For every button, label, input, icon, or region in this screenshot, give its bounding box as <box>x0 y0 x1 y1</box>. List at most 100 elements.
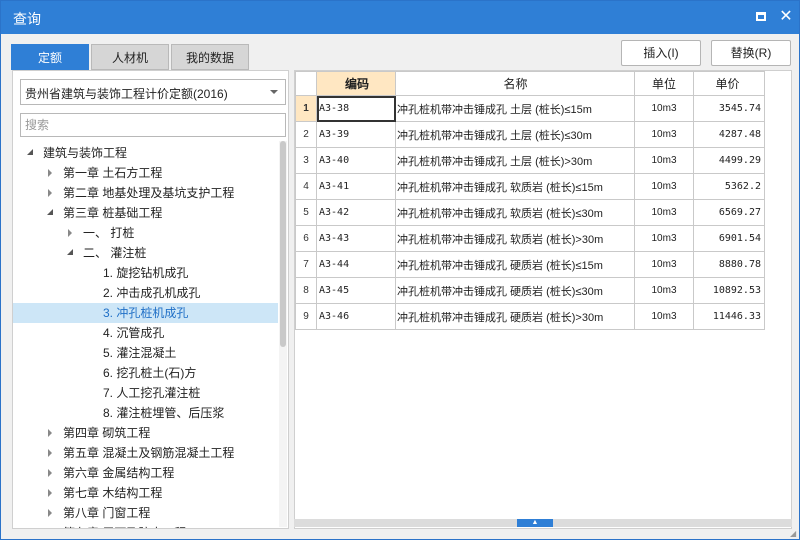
tree-item[interactable]: 2. 冲击成孔机成孔 <box>13 283 278 303</box>
cell-code[interactable]: A3-38 <box>316 95 396 122</box>
cell-unit[interactable]: 10m3 <box>634 121 694 148</box>
table-row[interactable]: 6 A3-43 冲孔桩机带冲击锤成孔 软质岩 (桩长)>30m 10m3 6901.54 <box>295 225 765 252</box>
cell-unit[interactable]: 10m3 <box>634 173 694 200</box>
table-row[interactable]: 8 A3-45 冲孔桩机带冲击锤成孔 硬质岩 (桩长)≤30m 10m3 10892.5… <box>295 277 765 304</box>
table-row[interactable]: 5 A3-42 冲孔桩机带冲击锤成孔 软质岩 (桩长)≤30m 10m3 6569.27 <box>295 199 765 226</box>
tree-scrollbar[interactable] <box>279 141 287 527</box>
collapsed-arrow-icon[interactable] <box>66 223 76 243</box>
row-index[interactable]: 1 <box>295 95 317 122</box>
close-icon[interactable]: ✕ <box>777 8 795 26</box>
tab-quota[interactable]: 定额 <box>11 44 89 70</box>
replace-button[interactable]: 替换(R) <box>711 40 791 66</box>
tree-item[interactable]: 6. 挖孔桩土(石)方 <box>13 363 278 383</box>
cell-price[interactable]: 11446.33 <box>693 303 765 330</box>
row-index[interactable]: 5 <box>295 199 317 226</box>
cell-name[interactable]: 冲孔桩机带冲击锤成孔 硬质岩 (桩长)≤15m <box>395 251 635 278</box>
tab-labor-material-machine[interactable]: 人材机 <box>91 44 169 70</box>
tree-item[interactable]: 第九章 屋面及防水工程 <box>13 523 278 528</box>
tree-item[interactable]: 一、 打桩 <box>13 223 278 243</box>
tree-item[interactable]: 4. 沉管成孔 <box>13 323 278 343</box>
tree-item[interactable]: 建筑与装饰工程 <box>13 143 278 163</box>
maximize-icon[interactable] <box>752 8 770 26</box>
row-index[interactable]: 3 <box>295 147 317 174</box>
collapsed-arrow-icon[interactable] <box>46 463 56 483</box>
cell-code[interactable]: A3-44 <box>316 251 396 278</box>
cell-name[interactable]: 冲孔桩机带冲击锤成孔 硬质岩 (桩长)≤30m <box>395 277 635 304</box>
cell-unit[interactable]: 10m3 <box>634 225 694 252</box>
tree-item[interactable]: 第三章 桩基础工程 <box>13 203 278 223</box>
tree-item[interactable]: 第八章 门窗工程 <box>13 503 278 523</box>
cell-price[interactable]: 3545.74 <box>693 95 765 122</box>
cell-code[interactable]: A3-46 <box>316 303 396 330</box>
panel-splitter[interactable]: ▲ <box>294 519 792 527</box>
cell-name[interactable]: 冲孔桩机带冲击锤成孔 软质岩 (桩长)>30m <box>395 225 635 252</box>
row-index[interactable]: 2 <box>295 121 317 148</box>
cell-name[interactable]: 冲孔桩机带冲击锤成孔 软质岩 (桩长)≤15m <box>395 173 635 200</box>
tree-item[interactable]: 第七章 木结构工程 <box>13 483 278 503</box>
column-header-name[interactable]: 名称 <box>395 71 635 96</box>
tree-item[interactable]: 7. 人工挖孔灌注桩 <box>13 383 278 403</box>
cell-unit[interactable]: 10m3 <box>634 147 694 174</box>
row-index[interactable]: 8 <box>295 277 317 304</box>
collapsed-arrow-icon[interactable] <box>46 503 56 523</box>
cell-price[interactable]: 4499.29 <box>693 147 765 174</box>
cell-name[interactable]: 冲孔桩机带冲击锤成孔 土层 (桩长)≤15m <box>395 95 635 122</box>
cell-price[interactable]: 4287.48 <box>693 121 765 148</box>
table-row[interactable]: 3 A3-40 冲孔桩机带冲击锤成孔 土层 (桩长)>30m 10m3 4499.29 <box>295 147 765 174</box>
cell-price[interactable]: 5362.2 <box>693 173 765 200</box>
cell-code[interactable]: A3-39 <box>316 121 396 148</box>
collapsed-arrow-icon[interactable] <box>46 423 56 443</box>
column-header-code[interactable]: 编码 <box>316 71 396 96</box>
expanded-arrow-icon[interactable] <box>26 143 36 163</box>
resize-grip-icon[interactable]: ◢ <box>790 530 798 538</box>
collapsed-arrow-icon[interactable] <box>46 523 56 528</box>
tree-item[interactable]: 第一章 土石方工程 <box>13 163 278 183</box>
cell-name[interactable]: 冲孔桩机带冲击锤成孔 软质岩 (桩长)≤30m <box>395 199 635 226</box>
cell-code[interactable]: A3-45 <box>316 277 396 304</box>
cell-price[interactable]: 6569.27 <box>693 199 765 226</box>
tree-item[interactable]: 第四章 砌筑工程 <box>13 423 278 443</box>
tree-item[interactable]: 第五章 混凝土及钢筋混凝土工程 <box>13 443 278 463</box>
cell-price[interactable]: 10892.53 <box>693 277 765 304</box>
cell-code[interactable]: A3-43 <box>316 225 396 252</box>
insert-button[interactable]: 插入(I) <box>621 40 701 66</box>
tree-item[interactable]: 第二章 地基处理及基坑支护工程 <box>13 183 278 203</box>
chevron-down-icon[interactable] <box>270 90 278 94</box>
tree-item[interactable]: 3. 冲孔桩机成孔 <box>13 303 278 323</box>
tree-item[interactable]: 5. 灌注混凝土 <box>13 343 278 363</box>
expanded-arrow-icon[interactable] <box>46 203 56 223</box>
cell-unit[interactable]: 10m3 <box>634 277 694 304</box>
row-index[interactable]: 9 <box>295 303 317 330</box>
tab-my-data[interactable]: 我的数据 <box>171 44 249 70</box>
tree-item[interactable]: 二、 灌注桩 <box>13 243 278 263</box>
quota-library-select[interactable]: 贵州省建筑与装饰工程计价定额(2016) <box>20 79 286 105</box>
table-row[interactable]: 7 A3-44 冲孔桩机带冲击锤成孔 硬质岩 (桩长)≤15m 10m3 8880.78 <box>295 251 765 278</box>
cell-code[interactable]: A3-40 <box>316 147 396 174</box>
tree-scrollbar-thumb[interactable] <box>280 141 286 347</box>
row-index[interactable]: 4 <box>295 173 317 200</box>
cell-price[interactable]: 8880.78 <box>693 251 765 278</box>
collapsed-arrow-icon[interactable] <box>46 483 56 503</box>
table-row[interactable]: 1 A3-38 冲孔桩机带冲击锤成孔 土层 (桩长)≤15m 10m3 3545.74 <box>295 95 765 122</box>
cell-name[interactable]: 冲孔桩机带冲击锤成孔 硬质岩 (桩长)>30m <box>395 303 635 330</box>
table-row[interactable]: 4 A3-41 冲孔桩机带冲击锤成孔 软质岩 (桩长)≤15m 10m3 5362.2 <box>295 173 765 200</box>
collapsed-arrow-icon[interactable] <box>46 443 56 463</box>
row-index[interactable]: 7 <box>295 251 317 278</box>
cell-name[interactable]: 冲孔桩机带冲击锤成孔 土层 (桩长)≤30m <box>395 121 635 148</box>
cell-code[interactable]: A3-42 <box>316 199 396 226</box>
tree-item[interactable]: 第六章 金属结构工程 <box>13 463 278 483</box>
cell-unit[interactable]: 10m3 <box>634 95 694 122</box>
cell-name[interactable]: 冲孔桩机带冲击锤成孔 土层 (桩长)>30m <box>395 147 635 174</box>
table-row[interactable]: 9 A3-46 冲孔桩机带冲击锤成孔 硬质岩 (桩长)>30m 10m3 11446.3… <box>295 303 765 330</box>
search-input[interactable] <box>20 113 286 137</box>
tree-item[interactable]: 8. 灌注桩埋管、后压浆 <box>13 403 278 423</box>
collapsed-arrow-icon[interactable] <box>46 163 56 183</box>
collapse-up-icon[interactable]: ▲ <box>517 519 553 527</box>
row-index[interactable]: 6 <box>295 225 317 252</box>
cell-code[interactable]: A3-41 <box>316 173 396 200</box>
cell-unit[interactable]: 10m3 <box>634 251 694 278</box>
column-header-unit[interactable]: 单位 <box>634 71 694 96</box>
table-row[interactable]: 2 A3-39 冲孔桩机带冲击锤成孔 土层 (桩长)≤30m 10m3 4287.48 <box>295 121 765 148</box>
collapsed-arrow-icon[interactable] <box>46 183 56 203</box>
tree-item[interactable]: 1. 旋挖钻机成孔 <box>13 263 278 283</box>
